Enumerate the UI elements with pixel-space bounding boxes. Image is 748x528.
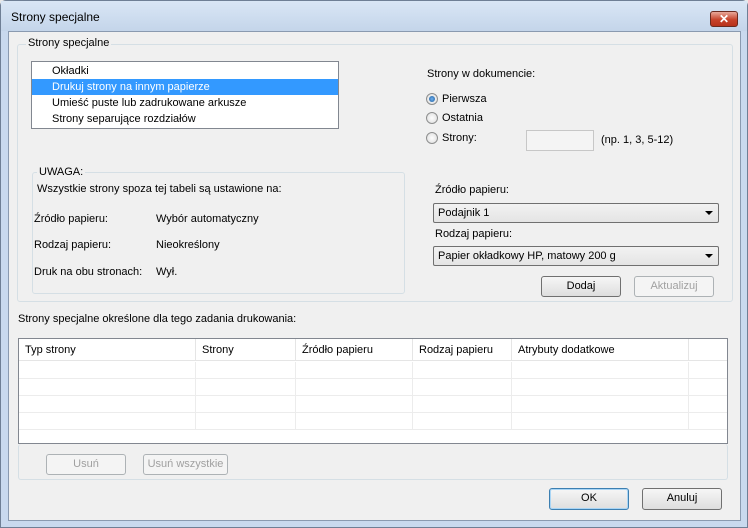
table-cell xyxy=(413,396,512,413)
paper-source-select[interactable]: Podajnik 1 xyxy=(433,203,719,223)
note-paper-type-value: Nieokreślony xyxy=(156,239,220,251)
table-cell xyxy=(512,379,689,396)
table-cell xyxy=(512,396,689,413)
table-row xyxy=(19,396,727,413)
radio-first-indicator[interactable] xyxy=(426,93,438,105)
special-pages-list[interactable]: Okładki Drukuj strony na innym papierze … xyxy=(31,61,339,129)
table-cell xyxy=(196,362,296,379)
column-header-pages[interactable]: Strony xyxy=(196,339,296,361)
remove-all-button[interactable]: Usuń wszystkie xyxy=(143,454,228,475)
table-cell xyxy=(512,362,689,379)
special-pages-table[interactable]: Typ strony Strony Źródło papieru Rodzaj … xyxy=(18,338,728,444)
radio-first-label: Pierwsza xyxy=(442,93,487,105)
remove-button[interactable]: Usuń xyxy=(46,454,126,475)
table-cell xyxy=(296,413,413,430)
table-cell xyxy=(196,413,296,430)
column-header-extra-attributes[interactable]: Atrybuty dodatkowe xyxy=(512,339,689,361)
paper-type-select[interactable]: Papier okładkowy HP, matowy 200 g xyxy=(433,246,719,266)
radio-last[interactable]: Ostatnia xyxy=(426,112,483,124)
list-item-print-different-paper[interactable]: Drukuj strony na innym papierze xyxy=(32,79,338,95)
radio-pages[interactable]: Strony: xyxy=(426,132,477,144)
table-row xyxy=(19,379,727,396)
note-duplex-value: Wył. xyxy=(156,266,178,278)
update-button[interactable]: Aktualizuj xyxy=(634,276,714,297)
note-paper-source-label: Źródło papieru: xyxy=(34,213,108,225)
paper-source-value: Podajnik 1 xyxy=(438,207,490,219)
add-button[interactable]: Dodaj xyxy=(541,276,621,297)
job-table-caption: Strony specjalne określone dla tego zada… xyxy=(18,313,297,325)
note-paper-source-value: Wybór automatyczny xyxy=(156,213,259,225)
table-cell xyxy=(19,396,196,413)
table-cell xyxy=(196,379,296,396)
document-pages-label: Strony w dokumencie: xyxy=(427,68,536,80)
table-cell xyxy=(512,413,689,430)
table-cell xyxy=(413,413,512,430)
table-header: Typ strony Strony Źródło papieru Rodzaj … xyxy=(19,339,727,361)
chevron-down-icon xyxy=(705,211,713,215)
note-legend: UWAGA: xyxy=(37,166,86,178)
paper-type-label: Rodzaj papieru: xyxy=(435,228,513,240)
window-title: Strony specjalne xyxy=(11,10,100,24)
table-cell xyxy=(296,379,413,396)
list-item-insert-sheets[interactable]: Umieść puste lub zadrukowane arkusze xyxy=(32,95,338,111)
radio-last-indicator[interactable] xyxy=(426,112,438,124)
close-button[interactable]: ✕ xyxy=(710,11,738,27)
table-cell xyxy=(19,362,196,379)
table-row xyxy=(19,413,727,430)
table-actions-group: Usuń Usuń wszystkie xyxy=(18,444,728,480)
cancel-button[interactable]: Anuluj xyxy=(642,488,722,510)
pages-range-input[interactable] xyxy=(526,130,594,151)
special-pages-group-legend: Strony specjalne xyxy=(26,37,112,49)
ok-button[interactable]: OK xyxy=(549,488,629,510)
table-cell xyxy=(413,362,512,379)
list-item-chapter-separators[interactable]: Strony separujące rozdziałów xyxy=(32,111,338,127)
dialog-window: Strony specjalne ✕ Strony specjalne Okła… xyxy=(0,0,748,528)
special-pages-group: Strony specjalne Okładki Drukuj strony n… xyxy=(17,37,733,302)
note-text: Wszystkie strony spoza tej tabeli są ust… xyxy=(37,183,282,195)
table-cell xyxy=(296,396,413,413)
list-item-covers[interactable]: Okładki xyxy=(32,63,338,79)
table-cell xyxy=(413,379,512,396)
radio-last-label: Ostatnia xyxy=(442,112,483,124)
note-paper-type-label: Rodzaj papieru: xyxy=(34,239,112,251)
paper-type-value: Papier okładkowy HP, matowy 200 g xyxy=(438,250,616,262)
chevron-down-icon xyxy=(705,254,713,258)
title-bar: Strony specjalne ✕ xyxy=(1,1,747,31)
column-header-paper-source[interactable]: Źródło papieru xyxy=(296,339,413,361)
table-cell xyxy=(19,379,196,396)
radio-pages-label: Strony: xyxy=(442,132,477,144)
note-duplex-label: Druk na obu stronach: xyxy=(34,266,143,278)
table-cell xyxy=(19,413,196,430)
column-header-paper-type[interactable]: Rodzaj papieru xyxy=(413,339,512,361)
radio-first[interactable]: Pierwsza xyxy=(426,93,487,105)
table-cell xyxy=(296,362,413,379)
table-cell xyxy=(196,396,296,413)
radio-pages-indicator[interactable] xyxy=(426,132,438,144)
table-row xyxy=(19,362,727,379)
column-header-page-type[interactable]: Typ strony xyxy=(19,339,196,361)
paper-source-label: Źródło papieru: xyxy=(435,184,509,196)
note-group: UWAGA: Wszystkie strony spoza tej tabeli… xyxy=(32,166,405,294)
dialog-body: Strony specjalne Okładki Drukuj strony n… xyxy=(8,31,741,521)
pages-range-hint: (np. 1, 3, 5-12) xyxy=(601,134,674,146)
